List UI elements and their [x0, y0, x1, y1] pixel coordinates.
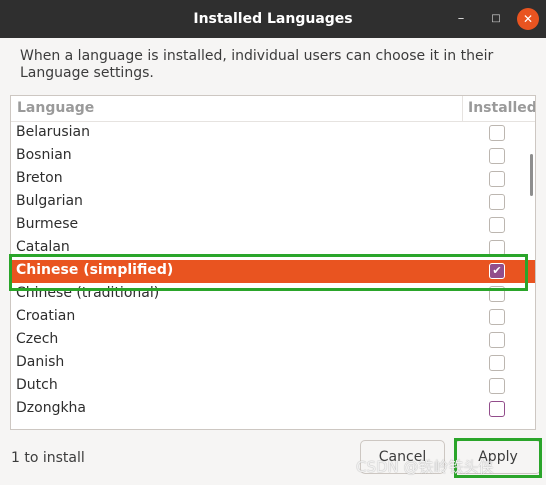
- close-icon[interactable]: ✕: [517, 8, 539, 30]
- language-name: Czech: [16, 331, 59, 347]
- language-table[interactable]: Language Installed Belarusian Bosnian Bret…: [10, 95, 536, 430]
- language-name: Danish: [16, 354, 65, 370]
- language-name: Chinese (simplified): [16, 262, 174, 278]
- table-row[interactable]: Chinese (simplified): [11, 260, 535, 283]
- installed-checkbox[interactable]: [489, 148, 505, 164]
- language-name: Bulgarian: [16, 193, 83, 209]
- watermark: CSDN @铁岭铁头侠: [356, 458, 494, 476]
- table-body: Belarusian Bosnian Breton Bulgarian Burmese C…: [11, 122, 535, 421]
- language-name: Dutch: [16, 377, 58, 393]
- installed-checkbox[interactable]: [489, 125, 505, 141]
- table-row[interactable]: Dzongkha: [11, 398, 535, 421]
- column-header-installed[interactable]: Installed: [462, 96, 535, 121]
- table-row[interactable]: Burmese: [11, 214, 535, 237]
- language-name: Belarusian: [16, 124, 90, 140]
- installed-checkbox[interactable]: [489, 378, 505, 394]
- installed-checkbox[interactable]: [489, 401, 505, 417]
- installed-checkbox[interactable]: [489, 217, 505, 233]
- language-name: Chinese (traditional): [16, 285, 160, 301]
- description-text: When a language is installed, individual…: [20, 48, 494, 81]
- table-row[interactable]: Danish: [11, 352, 535, 375]
- table-row[interactable]: Bosnian: [11, 145, 535, 168]
- table-row[interactable]: Bulgarian: [11, 191, 535, 214]
- language-name: Dzongkha: [16, 400, 87, 416]
- installed-checkbox[interactable]: [489, 309, 505, 325]
- installed-checkbox[interactable]: [489, 171, 505, 187]
- table-row[interactable]: Belarusian: [11, 122, 535, 145]
- installed-checkbox[interactable]: [489, 355, 505, 371]
- table-row[interactable]: Chinese (traditional): [11, 283, 535, 306]
- installed-checkbox[interactable]: [489, 332, 505, 348]
- title-bar: Installed Languages – □ ✕: [0, 0, 546, 38]
- table-header: Language Installed: [11, 96, 535, 122]
- language-name: Breton: [16, 170, 63, 186]
- installed-checkbox[interactable]: [489, 240, 505, 256]
- installed-checkbox[interactable]: [489, 263, 505, 279]
- table-row[interactable]: Czech: [11, 329, 535, 352]
- language-name: Catalan: [16, 239, 70, 255]
- language-name: Croatian: [16, 308, 76, 324]
- table-row[interactable]: Catalan: [11, 237, 535, 260]
- table-row[interactable]: Croatian: [11, 306, 535, 329]
- minimize-icon[interactable]: –: [450, 8, 472, 30]
- scrollbar[interactable]: [530, 154, 533, 196]
- installed-checkbox[interactable]: [489, 194, 505, 210]
- language-name: Burmese: [16, 216, 79, 232]
- table-row[interactable]: Breton: [11, 168, 535, 191]
- maximize-icon[interactable]: □: [485, 8, 507, 30]
- status-text: 1 to install: [11, 450, 85, 466]
- column-header-language[interactable]: Language: [17, 100, 94, 116]
- language-name: Bosnian: [16, 147, 72, 163]
- installed-checkbox[interactable]: [489, 286, 505, 302]
- table-row[interactable]: Dutch: [11, 375, 535, 398]
